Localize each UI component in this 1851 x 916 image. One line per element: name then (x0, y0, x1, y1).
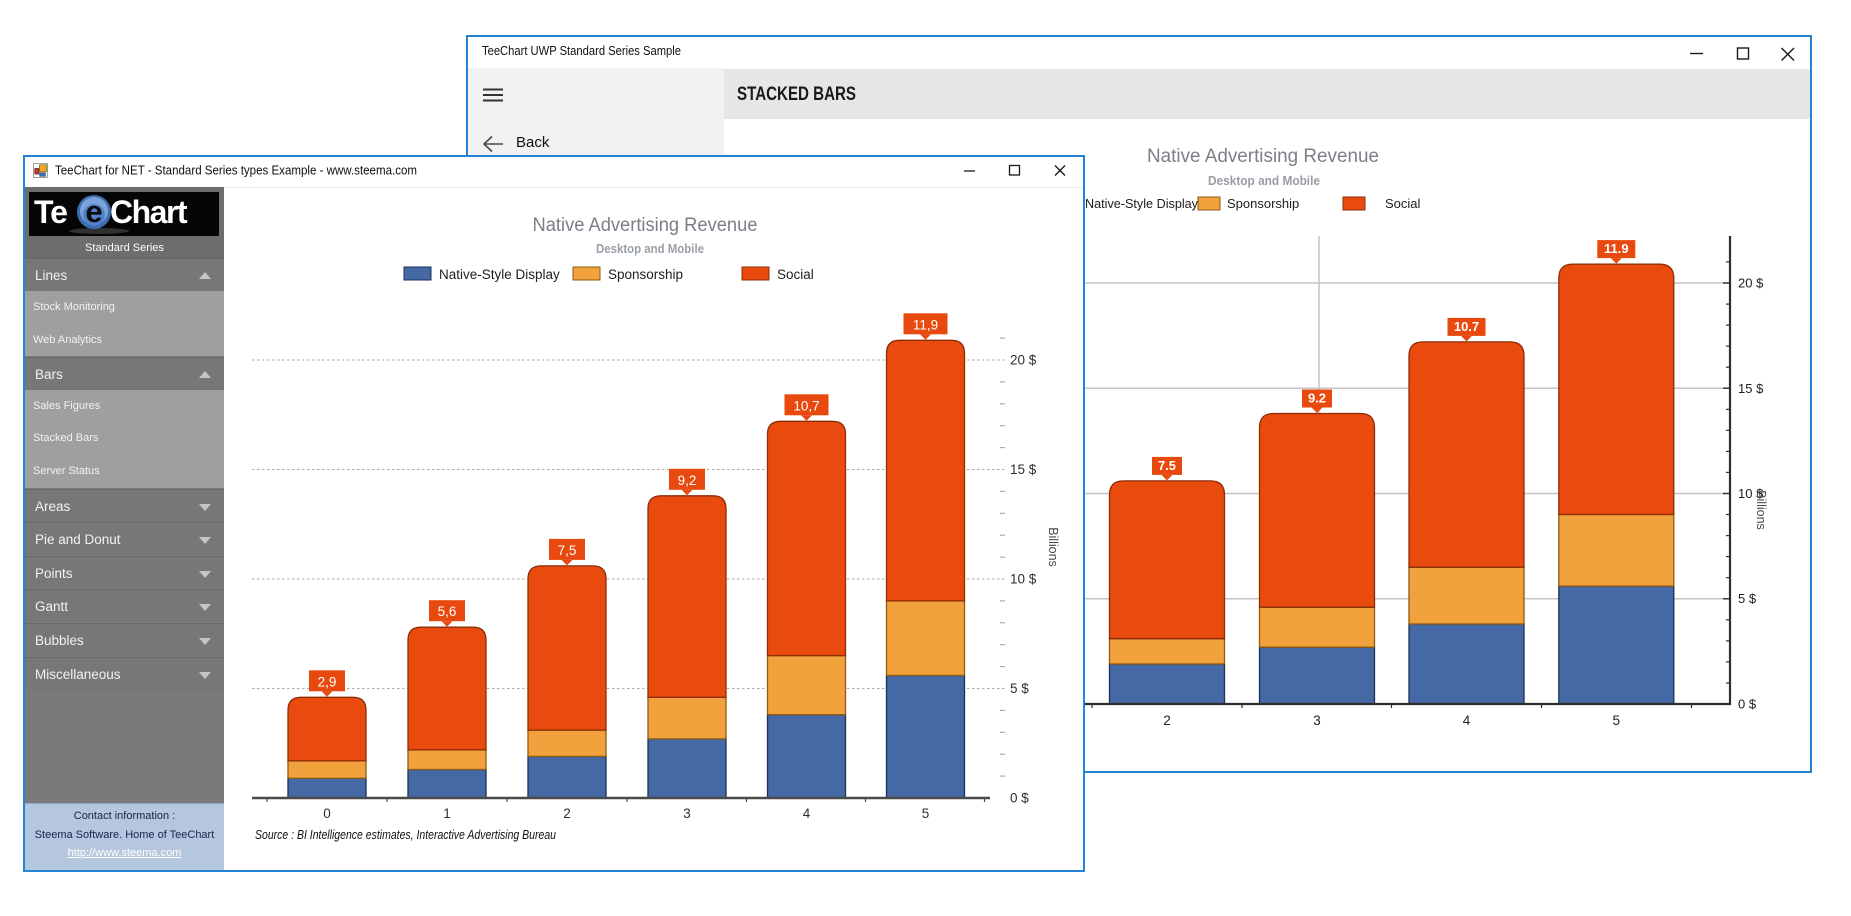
svg-text:4: 4 (803, 806, 811, 821)
svg-text:10 $: 10 $ (1010, 572, 1037, 587)
svg-text:2,9: 2,9 (318, 674, 337, 689)
svg-text:Billions: Billions (1754, 490, 1768, 530)
svg-text:Desktop and Mobile: Desktop and Mobile (1208, 173, 1320, 188)
svg-text:20 $: 20 $ (1010, 353, 1037, 368)
svg-text:3: 3 (1313, 713, 1321, 728)
svg-text:5: 5 (1613, 713, 1621, 728)
svg-text:Social: Social (1385, 196, 1421, 211)
svg-text:Sponsorship: Sponsorship (1227, 196, 1299, 211)
svg-text:9,2: 9,2 (678, 473, 697, 488)
svg-text:Native Advertising Revenue: Native Advertising Revenue (533, 215, 758, 236)
svg-text:Native Advertising Revenue: Native Advertising Revenue (1147, 146, 1379, 167)
svg-text:Sponsorship: Sponsorship (608, 267, 683, 282)
svg-text:Native-Style Display: Native-Style Display (1085, 196, 1198, 211)
svg-text:0: 0 (323, 806, 331, 821)
svg-text:4: 4 (1463, 713, 1471, 728)
svg-text:10,7: 10,7 (793, 398, 819, 413)
svg-text:Native-Style Display: Native-Style Display (439, 267, 560, 282)
svg-text:5,6: 5,6 (438, 604, 457, 619)
svg-text:Source : BI Intelligence estim: Source : BI Intelligence estimates, Inte… (255, 827, 556, 842)
svg-text:20 $: 20 $ (1738, 276, 1764, 291)
svg-text:15 $: 15 $ (1738, 381, 1764, 396)
svg-text:0 $: 0 $ (1010, 791, 1029, 806)
svg-text:11.9: 11.9 (1604, 241, 1629, 256)
svg-text:2: 2 (563, 806, 571, 821)
svg-text:Billions: Billions (1046, 527, 1060, 567)
svg-text:2: 2 (1163, 713, 1171, 728)
svg-text:15 $: 15 $ (1010, 462, 1037, 477)
svg-text:Social: Social (777, 267, 814, 282)
svg-text:5: 5 (922, 806, 930, 821)
svg-text:7,5: 7,5 (558, 543, 577, 558)
svg-text:7.5: 7.5 (1158, 458, 1176, 473)
svg-text:10.7: 10.7 (1454, 319, 1479, 334)
svg-text:1: 1 (443, 806, 451, 821)
svg-text:Desktop and Mobile: Desktop and Mobile (596, 242, 704, 256)
svg-text:11,9: 11,9 (913, 317, 938, 332)
svg-text:9.2: 9.2 (1308, 391, 1326, 406)
svg-text:5 $: 5 $ (1010, 681, 1029, 696)
svg-text:3: 3 (683, 806, 691, 821)
svg-text:5 $: 5 $ (1738, 591, 1757, 606)
svg-text:0 $: 0 $ (1738, 697, 1757, 712)
